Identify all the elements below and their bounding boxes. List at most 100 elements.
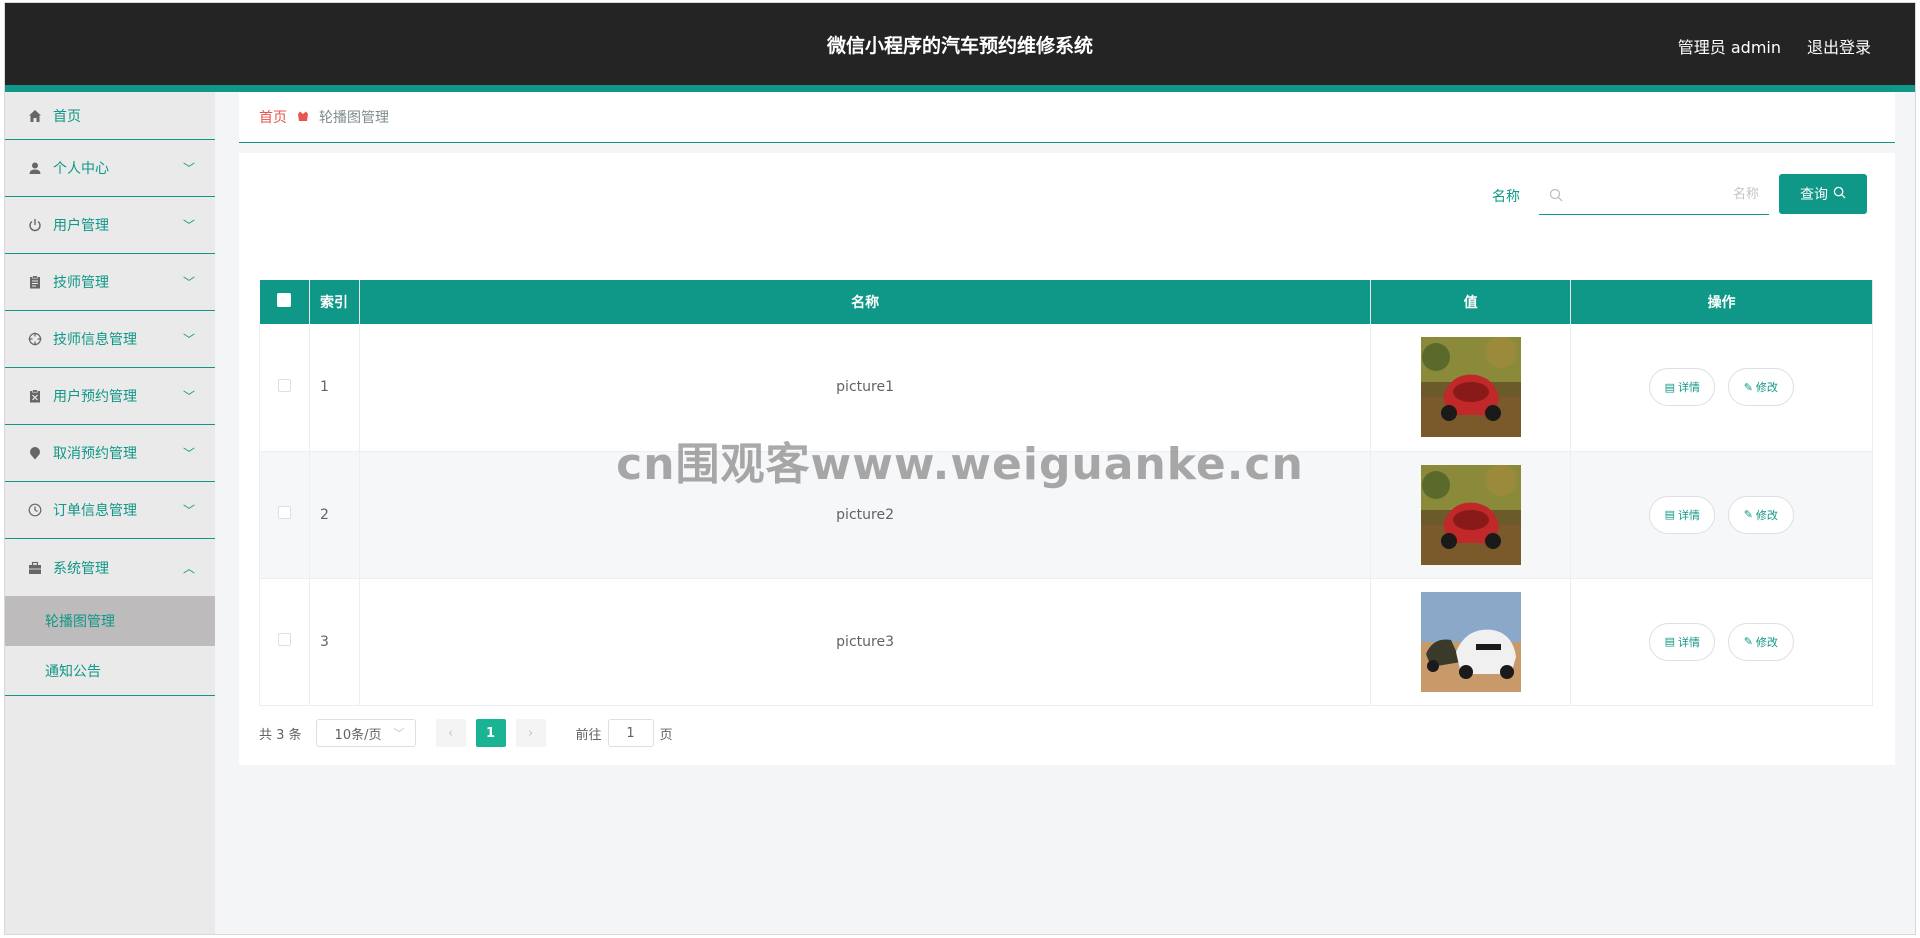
row-checkbox-cell bbox=[259, 451, 310, 579]
chevron-up-icon: ︿ bbox=[182, 561, 195, 575]
sidebar-item-label: 用户预约管理 bbox=[53, 389, 137, 405]
row-actions: ▤ 详情 ✎ 修改 bbox=[1570, 324, 1873, 452]
chevron-down-icon: ﹀ bbox=[393, 727, 405, 740]
sidebar: 首页 个人中心 ﹀ 用户管理 ﹀ 技师管理 ﹀ 技师信息管理 ﹀ 用户预约管理 … bbox=[5, 92, 215, 934]
edit-button-label: 修改 bbox=[1755, 635, 1778, 649]
app-frame: 微信小程序的汽车预约维修系统 管理员 admin 退出登录 首页 个人中心 ﹀ … bbox=[4, 2, 1916, 935]
row-index: 1 bbox=[309, 324, 360, 452]
next-page-button[interactable]: › bbox=[515, 719, 546, 747]
chevron-down-icon: ﹀ bbox=[182, 503, 195, 518]
edit-button[interactable]: ✎ 修改 bbox=[1727, 622, 1794, 661]
power-icon bbox=[27, 217, 43, 233]
pencil-icon: ✎ bbox=[1743, 508, 1753, 521]
sidebar-item-orders[interactable]: 订单信息管理 ﹀ bbox=[5, 482, 215, 539]
user-icon bbox=[27, 160, 43, 176]
detail-button[interactable]: ▤ 详情 bbox=[1649, 622, 1716, 661]
sidebar-item-system[interactable]: 系统管理 ︿ bbox=[5, 539, 215, 596]
page-size-value: 10条/页 bbox=[334, 727, 382, 743]
row-image-cell bbox=[1370, 324, 1572, 452]
red-race-car-image bbox=[1420, 337, 1521, 438]
table-header-row: 索引 名称 值 操作 bbox=[259, 280, 1873, 324]
chevron-down-icon: ﹀ bbox=[182, 275, 195, 290]
table-row: 1 picture1 ▤ 详情 ✎ 修改 bbox=[259, 324, 1873, 452]
sidebar-item-label: 订单信息管理 bbox=[53, 503, 137, 519]
document-x-icon bbox=[27, 388, 43, 404]
sidebar-item-profile[interactable]: 个人中心 ﹀ bbox=[5, 140, 215, 197]
search-icon bbox=[1833, 186, 1846, 203]
chevron-down-icon: ﹀ bbox=[182, 389, 195, 404]
row-name: picture1 bbox=[359, 324, 1372, 452]
breadcrumb: 首页 轮播图管理 bbox=[239, 92, 1895, 143]
crosshair-icon bbox=[27, 331, 43, 347]
search-box bbox=[1539, 175, 1769, 215]
select-all-checkbox[interactable] bbox=[277, 293, 292, 307]
search-icon bbox=[1549, 188, 1563, 202]
red-race-car-image bbox=[1420, 464, 1521, 565]
pagination-total: 共 3 条 bbox=[259, 727, 302, 743]
row-checkbox[interactable] bbox=[277, 633, 291, 646]
detail-button[interactable]: ▤ 详情 bbox=[1649, 495, 1716, 534]
sidebar-item-technician-info[interactable]: 技师信息管理 ﹀ bbox=[5, 311, 215, 368]
row-index: 2 bbox=[309, 451, 360, 579]
detail-button-label: 详情 bbox=[1678, 635, 1701, 649]
chevron-down-icon: ﹀ bbox=[182, 446, 195, 461]
select-all-header bbox=[259, 280, 310, 324]
carousel-table: 索引 名称 值 操作 1 picture1 ▤ 详情 ✎ 修改 2 pictur… bbox=[259, 280, 1873, 706]
edit-button-label: 修改 bbox=[1755, 381, 1778, 395]
chevron-down-icon: ﹀ bbox=[182, 332, 195, 347]
briefcase-icon bbox=[27, 560, 43, 576]
logout-link[interactable]: 退出登录 bbox=[1807, 34, 1871, 58]
query-button[interactable]: 查询 bbox=[1779, 174, 1867, 214]
edit-button[interactable]: ✎ 修改 bbox=[1727, 368, 1794, 407]
page-number-button[interactable]: 1 bbox=[475, 719, 506, 747]
search-input[interactable] bbox=[1563, 175, 1769, 214]
app-title: 微信小程序的汽车预约维修系统 bbox=[826, 35, 1093, 57]
content-panel: 名称 查询 索引 bbox=[239, 153, 1895, 765]
header-accent-bar bbox=[5, 85, 1915, 92]
edit-button-label: 修改 bbox=[1755, 508, 1778, 522]
column-header-name: 名称 bbox=[359, 280, 1372, 324]
row-actions: ▤ 详情 ✎ 修改 bbox=[1570, 451, 1873, 579]
query-button-label: 查询 bbox=[1800, 187, 1828, 203]
clock-icon bbox=[27, 502, 43, 518]
sidebar-item-label: 技师信息管理 bbox=[53, 332, 137, 348]
goto-suffix: 页 bbox=[659, 727, 673, 743]
prev-page-button[interactable]: ‹ bbox=[435, 719, 466, 747]
submenu-item-carousel[interactable]: 轮播图管理 bbox=[5, 596, 215, 646]
table-row: 3 picture3 ▤ 详情 ✎ 修改 bbox=[259, 578, 1873, 706]
sidebar-item-reservations[interactable]: 用户预约管理 ﹀ bbox=[5, 368, 215, 425]
document-icon: ▤ bbox=[1664, 508, 1676, 521]
edit-button[interactable]: ✎ 修改 bbox=[1727, 495, 1794, 534]
row-checkbox[interactable] bbox=[277, 506, 291, 519]
row-checkbox-cell bbox=[259, 578, 310, 706]
goto-page-input[interactable] bbox=[607, 719, 654, 747]
sidebar-item-technicians[interactable]: 技师管理 ﹀ bbox=[5, 254, 215, 311]
breadcrumb-home[interactable]: 首页 bbox=[259, 107, 287, 127]
current-user: 管理员 admin bbox=[1677, 38, 1781, 57]
pagination: 共 3 条 10条/页 ﹀ ‹ 1 › 前往 页 bbox=[259, 718, 673, 748]
row-name: picture2 bbox=[359, 451, 1372, 579]
pin-icon bbox=[27, 445, 43, 461]
sidebar-item-cancellations[interactable]: 取消预约管理 ﹀ bbox=[5, 425, 215, 482]
row-checkbox-cell bbox=[259, 324, 310, 452]
sidebar-item-label: 首页 bbox=[53, 108, 81, 125]
row-image-cell bbox=[1370, 578, 1572, 706]
column-header-value: 值 bbox=[1370, 280, 1572, 324]
top-header: 微信小程序的汽车预约维修系统 管理员 admin 退出登录 bbox=[5, 3, 1915, 92]
sidebar-item-label: 用户管理 bbox=[53, 218, 109, 234]
sidebar-item-label: 系统管理 bbox=[53, 560, 109, 577]
home-icon bbox=[27, 108, 43, 124]
white-race-cars-image bbox=[1420, 591, 1521, 692]
page-size-select[interactable]: 10条/页 ﹀ bbox=[315, 719, 416, 747]
row-name: picture3 bbox=[359, 578, 1372, 706]
sidebar-item-users[interactable]: 用户管理 ﹀ bbox=[5, 197, 215, 254]
sidebar-item-home[interactable]: 首页 bbox=[5, 92, 215, 140]
chevron-down-icon: ﹀ bbox=[182, 218, 195, 233]
detail-button-label: 详情 bbox=[1678, 508, 1701, 522]
row-checkbox[interactable] bbox=[277, 378, 291, 392]
search-label: 名称 bbox=[1492, 189, 1520, 205]
clipboard-icon bbox=[27, 274, 43, 290]
detail-button[interactable]: ▤ 详情 bbox=[1649, 368, 1716, 407]
document-icon: ▤ bbox=[1664, 380, 1676, 394]
submenu-item-notices[interactable]: 通知公告 bbox=[5, 646, 215, 696]
